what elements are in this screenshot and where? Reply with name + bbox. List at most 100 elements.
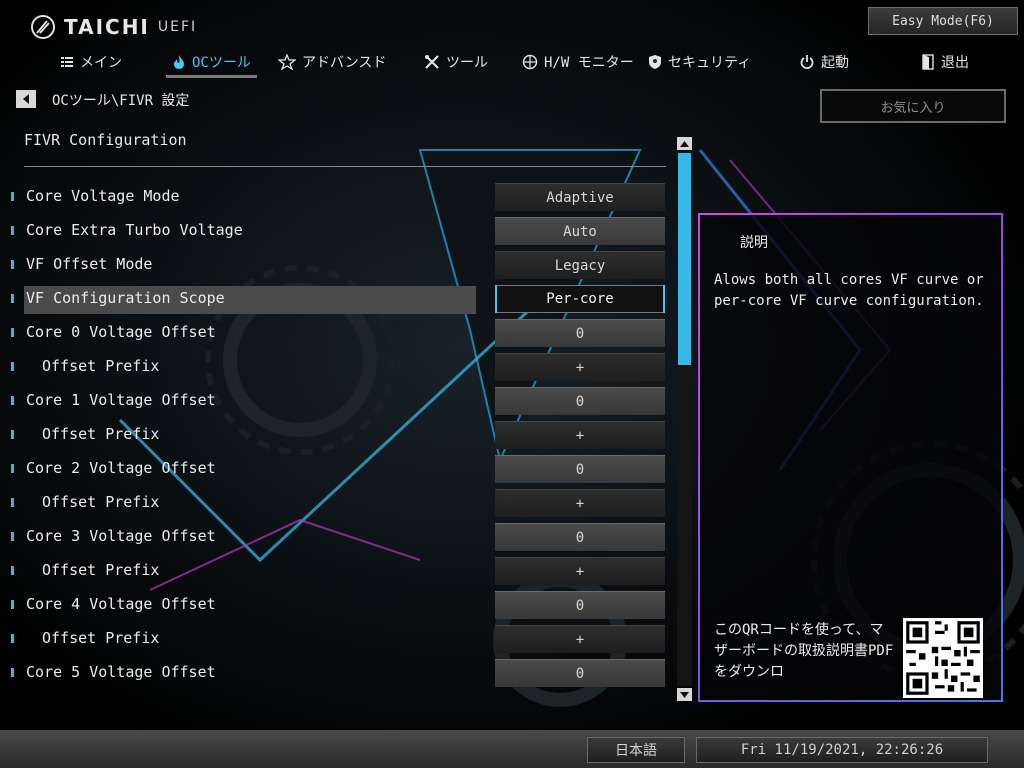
setting-row[interactable]: Offset Prefix + xyxy=(0,554,670,588)
brand-logo: TAICHI UEFI xyxy=(30,12,197,42)
setting-row[interactable]: Offset Prefix + xyxy=(0,486,670,520)
tab-security[interactable]: セキュリティ xyxy=(648,50,751,74)
setting-label: Core 1 Voltage Offset xyxy=(26,391,216,409)
qr-code-icon[interactable] xyxy=(903,618,983,698)
tab-advanced[interactable]: アドバンスド xyxy=(278,50,386,74)
setting-row-selected[interactable]: VF Configuration Scope Per-core xyxy=(0,282,670,316)
tab-label: OCツール xyxy=(192,55,251,71)
row-marker xyxy=(11,294,14,303)
tab-tools[interactable]: ツール xyxy=(424,50,488,74)
setting-label: Core 4 Voltage Offset xyxy=(26,595,216,613)
setting-label: Offset Prefix xyxy=(42,561,160,579)
setting-row[interactable]: Core 4 Voltage Offset 0 xyxy=(0,588,670,622)
tab-label: セキュリティ xyxy=(668,55,752,71)
row-marker xyxy=(11,260,14,269)
setting-value[interactable]: 0 xyxy=(495,523,665,551)
setting-row[interactable]: Offset Prefix + xyxy=(0,418,670,452)
qr-caption: このQRコードを使って、マザーボードの取扱説明書PDFをダウンロ xyxy=(714,622,894,680)
tab-label: 退出 xyxy=(941,55,969,71)
row-marker xyxy=(11,430,14,439)
back-arrow-icon xyxy=(23,94,29,104)
setting-row[interactable]: Core 1 Voltage Offset 0 xyxy=(0,384,670,418)
language-button[interactable]: 日本語 xyxy=(587,737,685,763)
setting-label: Core 0 Voltage Offset xyxy=(26,323,216,341)
setting-row[interactable]: Offset Prefix + xyxy=(0,622,670,656)
setting-label: Core 5 Voltage Offset xyxy=(26,663,216,681)
tab-boot[interactable]: 起動 xyxy=(799,50,849,74)
setting-label: Offset Prefix xyxy=(42,493,160,511)
setting-value[interactable]: 0 xyxy=(495,455,665,483)
setting-label: Core 2 Voltage Offset xyxy=(26,459,216,477)
main-nav: メイン OCツール アドバンスド ツール H/W モニター セキュリティ 起動 … xyxy=(0,50,1024,78)
setting-value[interactable]: + xyxy=(495,557,665,585)
setting-row[interactable]: Core Voltage Mode Adaptive xyxy=(0,180,670,214)
setting-value[interactable]: 0 xyxy=(495,387,665,415)
tab-hw-monitor[interactable]: H/W モニター xyxy=(522,50,634,74)
row-marker xyxy=(11,566,14,575)
list-icon xyxy=(61,57,73,67)
shield-icon xyxy=(649,55,661,69)
power-icon xyxy=(800,55,814,69)
tools-icon xyxy=(425,55,439,69)
star-icon xyxy=(278,54,296,70)
crosshair-icon xyxy=(522,54,538,70)
row-marker xyxy=(11,634,14,643)
row-marker xyxy=(11,396,14,405)
setting-row[interactable]: Core 2 Voltage Offset 0 xyxy=(0,452,670,486)
favorites-button[interactable]: お気に入り xyxy=(820,89,1006,123)
setting-value[interactable]: + xyxy=(495,421,665,449)
setting-label: Core 3 Voltage Offset xyxy=(26,527,216,545)
tab-label: H/W モニター xyxy=(544,55,634,71)
setting-value[interactable]: + xyxy=(495,625,665,653)
breadcrumb: OCツール\FIVR 設定 xyxy=(52,93,190,109)
easy-mode-button[interactable]: Easy Mode(F6) xyxy=(868,7,1018,35)
setting-row[interactable]: VF Offset Mode Legacy xyxy=(0,248,670,282)
setting-row[interactable]: Core Extra Turbo Voltage Auto xyxy=(0,214,670,248)
scrollbar-thumb[interactable] xyxy=(678,153,691,365)
tab-exit[interactable]: 退出 xyxy=(921,50,969,74)
setting-value[interactable]: + xyxy=(495,353,665,381)
row-marker xyxy=(11,328,14,337)
setting-row[interactable]: Core 5 Voltage Offset 0 xyxy=(0,656,670,690)
tab-oc-tools[interactable]: OCツール xyxy=(166,50,257,78)
setting-row[interactable]: Offset Prefix + xyxy=(0,350,670,384)
exit-icon xyxy=(922,54,934,70)
setting-label: VF Configuration Scope xyxy=(26,289,225,307)
setting-label: Offset Prefix xyxy=(42,425,160,443)
row-marker xyxy=(11,668,14,677)
setting-value[interactable]: Per-core xyxy=(495,285,665,313)
setting-value[interactable]: Auto xyxy=(495,217,665,245)
row-marker xyxy=(11,226,14,235)
section-title: FIVR Configuration xyxy=(24,131,187,149)
setting-label: Core Voltage Mode xyxy=(26,187,180,205)
row-marker xyxy=(11,600,14,609)
brand-name: TAICHI xyxy=(64,15,150,39)
setting-value[interactable]: 0 xyxy=(495,659,665,687)
setting-value[interactable]: Adaptive xyxy=(495,183,665,211)
setting-label: Offset Prefix xyxy=(42,357,160,375)
row-marker xyxy=(11,498,14,507)
setting-label: Offset Prefix xyxy=(42,629,160,647)
chevron-down-icon xyxy=(680,691,689,698)
datetime-display: Fri 11/19/2021, 22:26:26 xyxy=(696,737,988,763)
setting-label: VF Offset Mode xyxy=(26,255,153,273)
tab-label: ツール xyxy=(446,55,488,71)
setting-row[interactable]: Core 0 Voltage Offset 0 xyxy=(0,316,670,350)
setting-value[interactable]: 0 xyxy=(495,319,665,347)
tab-main[interactable]: メイン xyxy=(60,50,122,74)
back-button[interactable] xyxy=(16,90,36,108)
setting-value[interactable]: + xyxy=(495,489,665,517)
section-divider xyxy=(24,166,666,167)
row-marker xyxy=(11,464,14,473)
setting-value[interactable]: Legacy xyxy=(495,251,665,279)
row-marker xyxy=(11,362,14,371)
scroll-up-button[interactable] xyxy=(677,137,692,150)
tab-label: アドバンスド xyxy=(302,55,387,71)
setting-value[interactable]: 0 xyxy=(495,591,665,619)
setting-label: Core Extra Turbo Voltage xyxy=(26,221,243,239)
row-marker xyxy=(11,192,14,201)
scroll-down-button[interactable] xyxy=(677,688,692,701)
setting-row[interactable]: Core 3 Voltage Offset 0 xyxy=(0,520,670,554)
settings-list: Core Voltage Mode Adaptive Core Extra Tu… xyxy=(0,180,670,690)
brand-sub: UEFI xyxy=(157,19,198,35)
